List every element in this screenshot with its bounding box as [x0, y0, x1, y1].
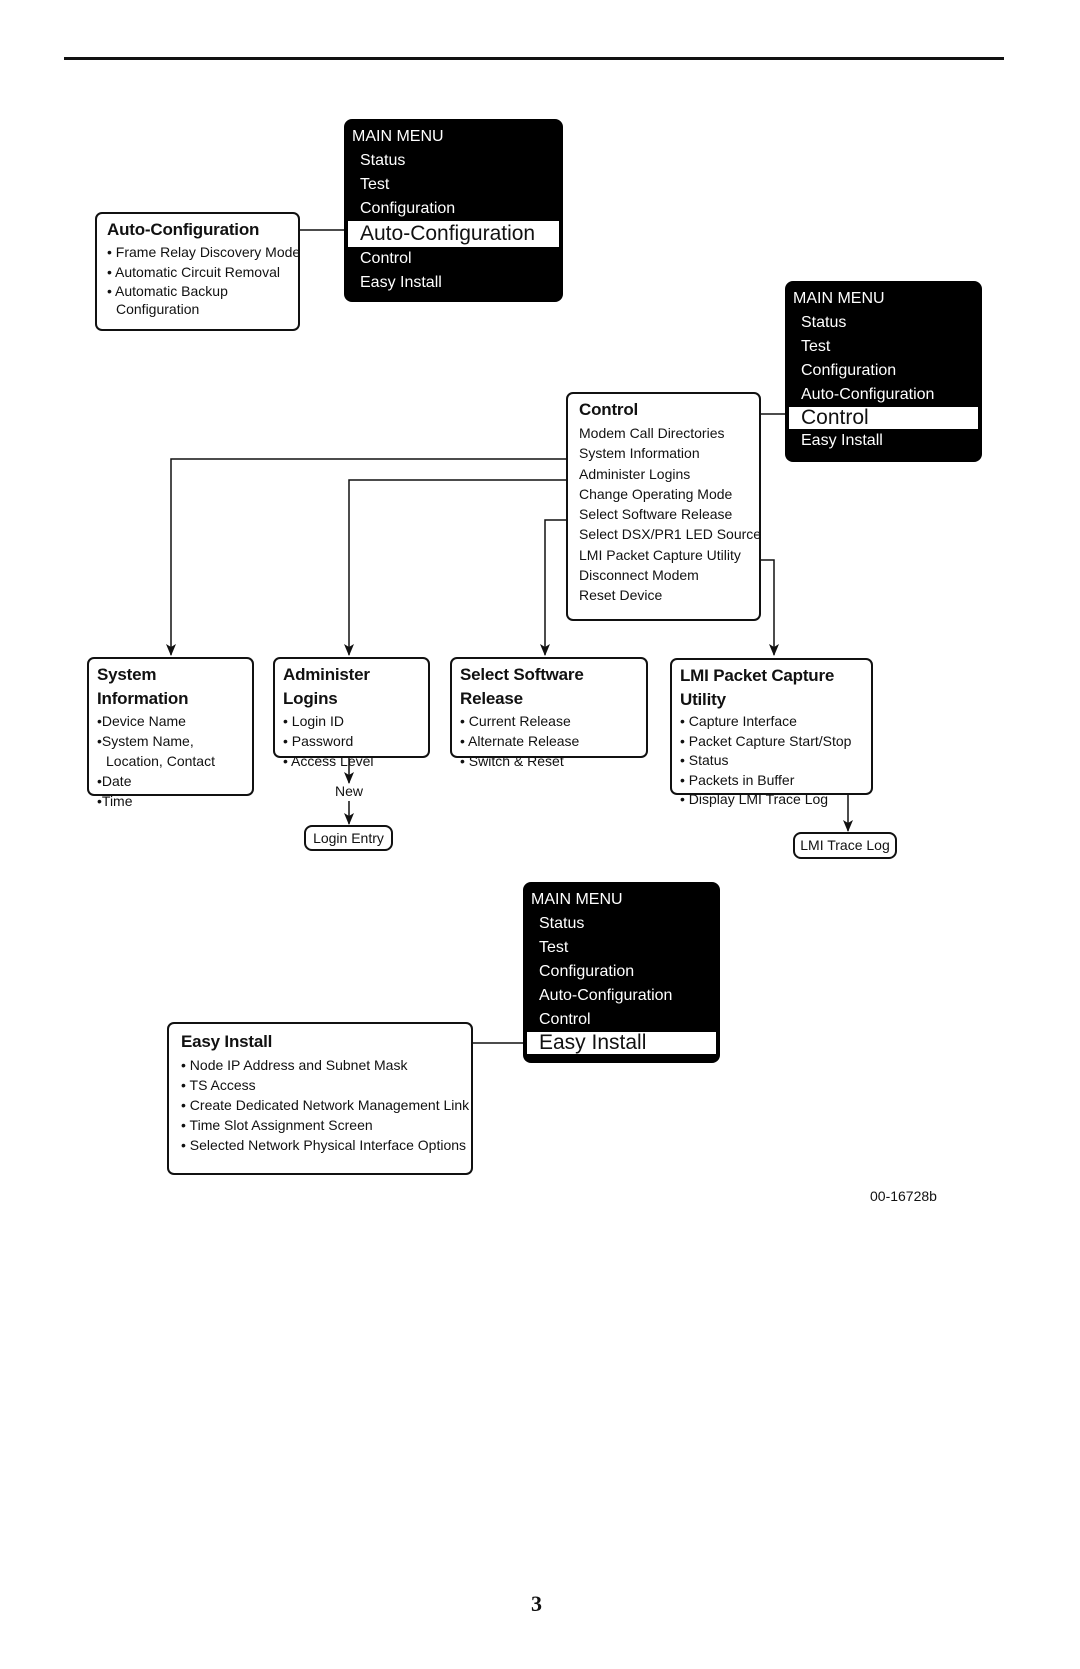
list-item: • Selected Network Physical Interface Op…: [181, 1137, 467, 1153]
select-software-release-box: Select Software Release • Current Releas…: [450, 657, 648, 769]
list-item: • Frame Relay Discovery Mode: [107, 244, 301, 260]
control-item-modem-call-directories[interactable]: Modem Call Directories: [579, 423, 748, 443]
list-item-continuation: Location, Contact: [106, 753, 215, 769]
list-item: • Password: [283, 733, 354, 749]
list-item-continuation: Configuration: [116, 301, 200, 317]
box-title: LMI Packet Capture Utility: [680, 666, 835, 709]
list-item: • Time Slot Assignment Screen: [181, 1117, 373, 1133]
box-title: Auto-Configuration: [107, 220, 260, 239]
page-number: 3: [531, 1591, 542, 1616]
control-item-change-operating-mode[interactable]: Change Operating Mode: [579, 484, 748, 504]
list-item: •Date: [97, 773, 132, 789]
menu-item-control[interactable]: Control: [523, 1008, 720, 1032]
main-menu-title: MAIN MENU: [793, 290, 885, 307]
list-item: •Device Name: [97, 713, 186, 729]
menu-item-test[interactable]: Test: [785, 335, 982, 359]
lmi-trace-log-node: LMI Trace Log: [793, 832, 897, 859]
list-item: • Login ID: [283, 713, 344, 729]
box-title: System Information: [97, 665, 189, 708]
menu-item-auto-configuration[interactable]: Auto-Configuration: [785, 383, 982, 407]
list-item: • Node IP Address and Subnet Mask: [181, 1057, 408, 1073]
control-item-select-dsx-led-source[interactable]: Select DSX/PR1 LED Source: [579, 524, 761, 544]
list-item: • Packet Capture Start/Stop: [680, 732, 852, 749]
list-item: • Switch & Reset: [460, 753, 564, 769]
menu-item-status[interactable]: Status: [523, 912, 720, 936]
menu-item-auto-configuration[interactable]: Auto-Configuration: [523, 984, 720, 1008]
control-item-select-software-release[interactable]: Select Software Release: [579, 504, 748, 524]
menu-item-test[interactable]: Test: [523, 936, 720, 960]
control-box: Control Modem Call Directories System In…: [566, 392, 761, 621]
menu-item-control[interactable]: Control: [344, 247, 563, 271]
edge-control-sysinfo: [166, 458, 572, 656]
main-menu-title: MAIN MENU: [531, 891, 623, 908]
list-item: • Automatic Backup: [107, 283, 228, 299]
menu-item-status[interactable]: Status: [785, 311, 982, 335]
main-menu-1: MAIN MENU Status Test Configuration Auto…: [344, 119, 563, 302]
list-item: •Time: [97, 793, 133, 809]
menu-item-auto-configuration-selected[interactable]: Auto-Configuration: [348, 221, 559, 247]
list-item: • Capture Interface: [680, 713, 797, 729]
box-title: Select Software Release: [460, 665, 584, 708]
control-item-reset-device[interactable]: Reset Device: [579, 585, 748, 605]
control-item-disconnect-modem[interactable]: Disconnect Modem: [579, 565, 748, 585]
list-item: • Packets in Buffer: [680, 771, 795, 788]
box-title: Control: [579, 400, 639, 419]
list-item: • Alternate Release: [460, 733, 580, 749]
administer-logins-box: Administer Logins • Login ID • Password …: [273, 657, 430, 769]
figure-id: 00-16728b: [870, 1188, 937, 1204]
list-item: • Display LMI Trace Log: [680, 791, 829, 807]
menu-item-easy-install-selected[interactable]: Easy Install: [527, 1032, 716, 1054]
easy-install-box: Easy Install • Node IP Address and Subne…: [167, 1022, 473, 1175]
edge-control-adminlogins: [344, 479, 572, 656]
list-item: • Automatic Circuit Removal: [107, 264, 280, 280]
main-menu-2: MAIN MENU Status Test Configuration Auto…: [785, 281, 982, 462]
auto-configuration-box: Auto-Configuration • Frame Relay Discove…: [95, 212, 300, 331]
system-information-box: System Information •Device Name •System …: [87, 657, 254, 809]
list-item: • Create Dedicated Network Management Li…: [181, 1097, 470, 1113]
menu-item-configuration[interactable]: Configuration: [785, 359, 982, 383]
menu-item-status[interactable]: Status: [344, 149, 563, 173]
edge-label-new: New: [335, 783, 364, 799]
menu-item-configuration[interactable]: Configuration: [344, 197, 563, 221]
list-item: •System Name,: [97, 733, 194, 749]
menu-item-control-selected[interactable]: Control: [789, 407, 978, 429]
menu-item-test[interactable]: Test: [344, 173, 563, 197]
control-item-lmi-packet-capture[interactable]: LMI Packet Capture Utility: [579, 545, 748, 565]
lmi-packet-capture-box: LMI Packet Capture Utility • Capture Int…: [670, 658, 873, 807]
menu-item-configuration[interactable]: Configuration: [523, 960, 720, 984]
box-title: Administer Logins: [283, 665, 370, 708]
header-rule: [64, 57, 1004, 60]
list-item: • Access Level: [283, 753, 374, 769]
login-entry-node: Login Entry: [304, 825, 393, 851]
main-menu-title: MAIN MENU: [352, 128, 444, 145]
control-item-system-information[interactable]: System Information: [579, 443, 748, 463]
list-item: • TS Access: [181, 1077, 256, 1093]
list-item: • Status: [680, 752, 729, 768]
box-title: Easy Install: [181, 1032, 273, 1051]
menu-item-easy-install[interactable]: Easy Install: [785, 429, 982, 453]
menu-item-easy-install[interactable]: Easy Install: [344, 271, 563, 295]
list-item: • Current Release: [460, 713, 571, 729]
control-item-administer-logins[interactable]: Administer Logins: [579, 464, 748, 484]
main-menu-3: MAIN MENU Status Test Configuration Auto…: [523, 882, 720, 1063]
